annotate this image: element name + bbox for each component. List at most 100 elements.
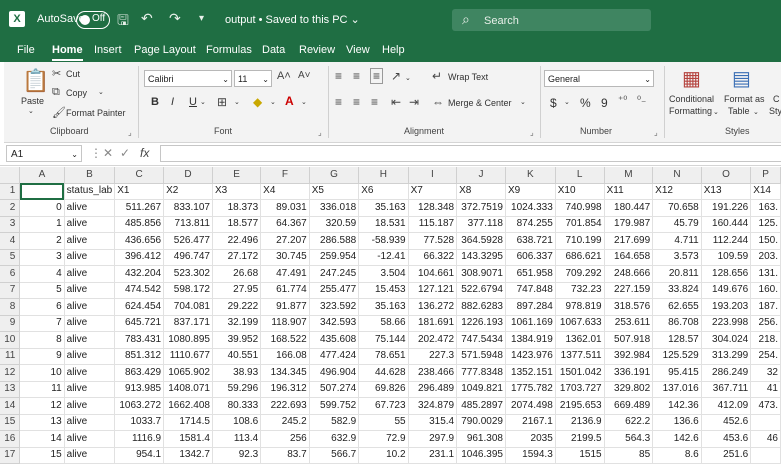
cell[interactable]: 128.348 xyxy=(408,199,458,217)
cell[interactable]: 313.299 xyxy=(701,348,752,365)
cell[interactable]: 320.59 xyxy=(309,216,360,233)
cell[interactable]: 30.745 xyxy=(260,249,310,266)
cell[interactable]: 473. xyxy=(750,397,781,415)
cell[interactable]: 1067.633 xyxy=(555,315,605,332)
cell[interactable]: 196.312 xyxy=(260,381,310,398)
column-header-n[interactable]: N xyxy=(652,167,702,184)
search-input[interactable] xyxy=(482,12,646,29)
merge-center-button[interactable]: Merge & Center xyxy=(448,98,512,108)
format-as-table-icon[interactable]: ▤ xyxy=(732,66,751,91)
cell[interactable]: 72.9 xyxy=(358,430,409,448)
wrap-text-button[interactable]: Wrap Text xyxy=(448,72,488,82)
cell[interactable]: 77.528 xyxy=(408,232,458,250)
select-all-corner[interactable] xyxy=(0,167,21,184)
cell[interactable]: 11 xyxy=(19,381,65,398)
cell[interactable]: 496.747 xyxy=(163,249,213,266)
cell[interactable]: status_lab xyxy=(64,183,116,200)
cell[interactable]: 704.081 xyxy=(163,298,213,316)
tab-file[interactable]: File xyxy=(17,44,35,56)
cell[interactable]: 645.721 xyxy=(114,315,165,332)
cell[interactable]: 783.431 xyxy=(114,331,165,349)
cell[interactable]: 432.204 xyxy=(114,265,165,283)
column-header-a[interactable]: A xyxy=(19,167,65,184)
cell[interactable]: 522.6794 xyxy=(456,282,506,299)
cell[interactable]: 12 xyxy=(19,397,65,415)
cell[interactable]: 7 xyxy=(19,315,65,332)
italic-button[interactable]: I xyxy=(171,96,174,108)
copy-icon[interactable]: ⧉ xyxy=(52,86,60,99)
cell[interactable]: 55 xyxy=(358,414,409,431)
cell-styles-label-1[interactable]: C xyxy=(773,94,780,104)
name-box[interactable]: A1 ⌄ xyxy=(6,145,82,162)
cell[interactable]: 26.68 xyxy=(212,265,262,283)
cell[interactable]: alive xyxy=(64,430,116,448)
cell[interactable]: 686.621 xyxy=(555,249,605,266)
cell[interactable]: alive xyxy=(64,331,116,349)
cell[interactable]: alive xyxy=(64,364,116,382)
cell[interactable]: 58.66 xyxy=(358,315,409,332)
cell[interactable] xyxy=(19,183,65,200)
conditional-formatting-label-2[interactable]: Formatting xyxy=(669,106,712,116)
cell[interactable]: alive xyxy=(64,381,116,398)
cell[interactable]: 20.811 xyxy=(652,265,702,283)
row-header[interactable]: 2 xyxy=(0,199,21,217)
cell[interactable]: 22.496 xyxy=(212,232,262,250)
cell[interactable]: X4 xyxy=(260,183,310,200)
number-format-select[interactable]: General ⌄ xyxy=(544,70,654,87)
row-header[interactable]: 8 xyxy=(0,298,21,316)
cell[interactable]: 709.292 xyxy=(555,265,605,283)
cell[interactable]: 202.472 xyxy=(408,331,458,349)
column-header-j[interactable]: J xyxy=(456,167,506,184)
cut-icon[interactable]: ✂ xyxy=(52,67,61,80)
cell[interactable]: 308.9071 xyxy=(456,265,506,283)
cell[interactable]: X5 xyxy=(309,183,360,200)
paste-icon[interactable]: 📋 xyxy=(22,68,49,94)
cell[interactable] xyxy=(750,447,781,464)
cell[interactable]: 109.59 xyxy=(701,249,752,266)
cell[interactable]: X7 xyxy=(408,183,458,200)
cell[interactable]: 1423.976 xyxy=(505,348,556,365)
cell[interactable]: X10 xyxy=(555,183,605,200)
cell[interactable]: alive xyxy=(64,282,116,299)
cell[interactable]: 452.6 xyxy=(701,414,752,431)
cell[interactable]: 2199.5 xyxy=(555,430,605,448)
cell[interactable]: 851.312 xyxy=(114,348,165,365)
cell[interactable]: 27.207 xyxy=(260,232,310,250)
merge-center-icon[interactable]: ⇔ xyxy=(432,95,444,109)
cell[interactable]: 227.3 xyxy=(408,348,458,365)
row-header[interactable]: 6 xyxy=(0,265,21,283)
cell[interactable]: X14 xyxy=(750,183,781,200)
underline-button[interactable]: U xyxy=(189,96,197,108)
cell[interactable]: 137.016 xyxy=(652,381,702,398)
insert-function-icon[interactable]: fx xyxy=(140,146,149,160)
cell[interactable]: 160.444 xyxy=(701,216,752,233)
cell[interactable]: 18.531 xyxy=(358,216,409,233)
align-right-icon[interactable]: ≡ xyxy=(371,95,378,109)
cell[interactable]: 747.848 xyxy=(505,282,556,299)
cell[interactable]: 863.429 xyxy=(114,364,165,382)
cell[interactable]: 5 xyxy=(19,282,65,299)
cell[interactable]: 46 xyxy=(750,430,781,448)
cell[interactable]: 954.1 xyxy=(114,447,165,464)
cell[interactable]: 897.284 xyxy=(505,298,556,316)
currency-chevron-icon[interactable]: ⌄ xyxy=(564,98,570,106)
cell[interactable]: 245.2 xyxy=(260,414,310,431)
cell[interactable]: 227.159 xyxy=(604,282,654,299)
cell[interactable]: 83.7 xyxy=(260,447,310,464)
cell[interactable]: 15.453 xyxy=(358,282,409,299)
cell[interactable]: 2035 xyxy=(505,430,556,448)
cell[interactable]: 179.987 xyxy=(604,216,654,233)
cell[interactable]: 571.5948 xyxy=(456,348,506,365)
cell[interactable]: 372.7519 xyxy=(456,199,506,217)
cell[interactable]: 978.819 xyxy=(555,298,605,316)
cell[interactable]: 961.308 xyxy=(456,430,506,448)
cell[interactable]: 1046.395 xyxy=(456,447,506,464)
redo-icon[interactable]: ↷ xyxy=(169,10,181,27)
cell[interactable]: 1703.727 xyxy=(555,381,605,398)
cell[interactable]: 259.954 xyxy=(309,249,360,266)
cell[interactable]: 323.592 xyxy=(309,298,360,316)
cell[interactable]: 1065.902 xyxy=(163,364,213,382)
column-header-e[interactable]: E xyxy=(212,167,262,184)
cell[interactable]: 1775.782 xyxy=(505,381,556,398)
undo-icon[interactable]: ↶ xyxy=(141,10,153,27)
